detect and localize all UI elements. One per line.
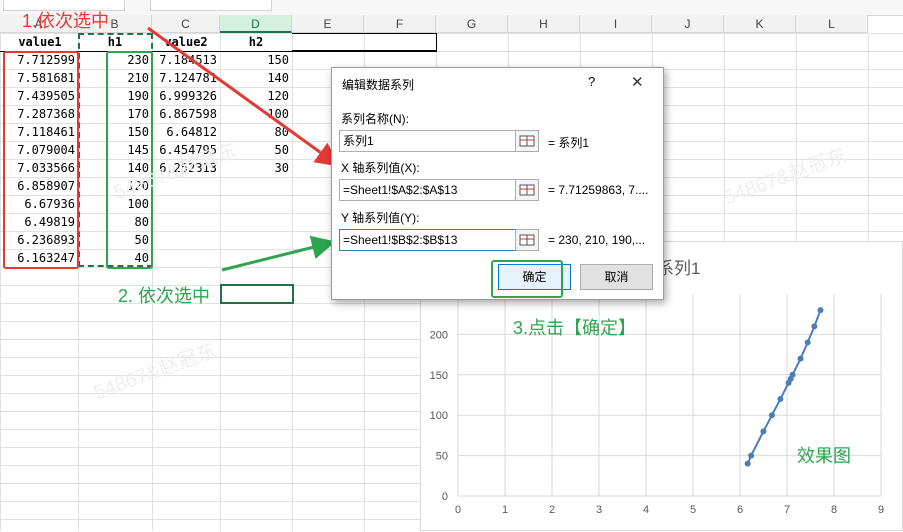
help-button[interactable]: ? xyxy=(588,74,595,89)
x-tick-label: 7 xyxy=(784,504,790,516)
data-point xyxy=(760,428,767,435)
range-select-icon[interactable] xyxy=(515,229,539,251)
x-tick-label: 2 xyxy=(549,504,555,516)
data-point xyxy=(789,371,796,378)
x-values-label: X 轴系列值(X): xyxy=(341,161,420,175)
result-label: 效果图 xyxy=(797,446,851,466)
series-name-label: 系列名称(N): xyxy=(341,112,409,126)
highlight-ok xyxy=(491,260,563,298)
arrow-to-y-values xyxy=(221,235,336,272)
y-tick-label: 150 xyxy=(430,370,448,382)
data-point xyxy=(748,452,755,459)
data-point xyxy=(811,323,818,330)
y-tick-label: 0 xyxy=(442,491,448,503)
y-tick-label: 50 xyxy=(436,451,448,463)
data-point xyxy=(777,396,784,403)
x-tick-label: 8 xyxy=(831,504,837,516)
x-tick-label: 5 xyxy=(690,504,696,516)
y-tick-label: 100 xyxy=(430,410,448,422)
x-tick-label: 9 xyxy=(878,504,884,516)
data-point xyxy=(817,307,824,314)
y-values-input[interactable]: =Sheet1!$B$2:$B$13 xyxy=(339,229,517,251)
cancel-button[interactable]: 取消 xyxy=(580,264,653,290)
x-tick-label: 3 xyxy=(596,504,602,516)
x-values-preview: = 7.71259863, 7.... xyxy=(548,183,649,197)
series-name-input[interactable]: 系列1 xyxy=(339,130,517,152)
y-values-label: Y 轴系列值(Y): xyxy=(341,211,420,225)
step3-annotation: 3.点击【确定】 xyxy=(513,318,637,338)
x-values-input[interactable]: =Sheet1!$A$2:$A$13 xyxy=(339,179,517,201)
data-point xyxy=(797,355,804,362)
series-name-preview: = 系列1 xyxy=(548,136,590,150)
y-tick-label: 200 xyxy=(430,329,448,341)
arrow-to-x-values xyxy=(147,26,340,167)
x-tick-label: 0 xyxy=(455,504,461,516)
x-tick-label: 6 xyxy=(737,504,743,516)
range-select-icon[interactable] xyxy=(515,130,539,152)
spreadsheet: ABCDEFGHIJKL value1 h1 value2 h2 7.71259… xyxy=(0,0,903,531)
close-icon[interactable]: ✕ xyxy=(631,73,644,91)
x-tick-label: 1 xyxy=(502,504,508,516)
data-point xyxy=(804,339,811,346)
series-line xyxy=(746,309,822,465)
dialog-title: 编辑数据系列 xyxy=(342,78,415,92)
data-point xyxy=(744,460,751,467)
data-point xyxy=(768,412,775,419)
range-select-icon[interactable] xyxy=(515,179,539,201)
y-values-preview: = 230, 210, 190,... xyxy=(548,233,646,247)
x-tick-label: 4 xyxy=(643,504,649,516)
